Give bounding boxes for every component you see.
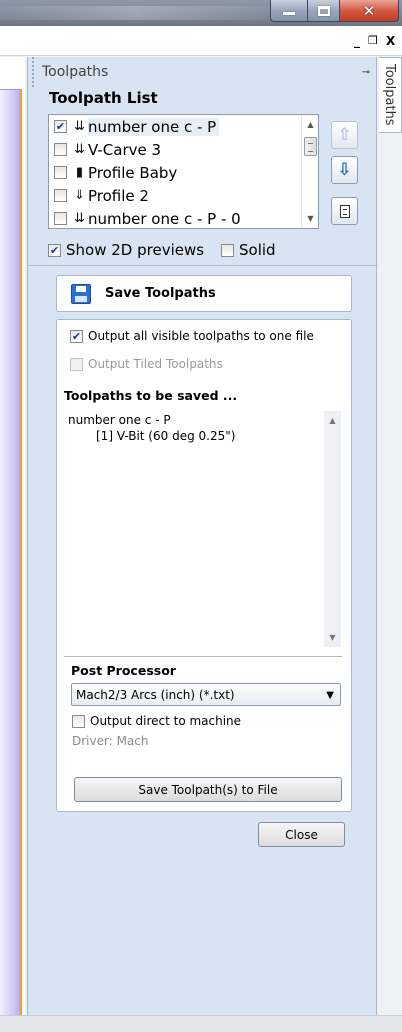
toolpath-name: Profile 2 [88,186,149,205]
scroll-down-arrow-icon[interactable]: ▼ [324,629,341,646]
vbit-toolpath-icon: ⇊ [74,142,85,157]
scroll-up-arrow-icon[interactable]: ▲ [302,116,318,133]
save-toolpaths-title: Save Toolpaths [105,286,216,301]
saved-toolpath-name: number one c - P [68,413,171,427]
list-item[interactable]: ⇓ Profile 2 [49,184,318,207]
output-direct-label: Output direct to machine [90,714,242,728]
arrow-up-icon: ⇧ [337,125,352,145]
toolpath-visibility-checkbox[interactable]: ✔ [54,120,67,133]
profile-toolpath-icon: ▮ [75,165,84,180]
window-minimize-button[interactable] [270,0,308,22]
toolpath-name: number one c - P [88,117,220,136]
toolpath-name: Profile Baby [88,163,178,182]
scroll-thumb[interactable] [304,137,317,156]
output-tiled-option: Output Tiled Toolpaths [70,357,223,371]
toolpath-summary-button[interactable] [331,197,358,225]
move-down-button[interactable]: ⇩ [331,156,358,184]
solid-option[interactable]: Solid [221,241,276,259]
arrow-down-icon: ⇩ [337,160,352,180]
status-bar [0,1015,402,1032]
output-all-visible-option[interactable]: ✔ Output all visible toolpaths to one fi… [70,329,314,343]
save-toolpaths-header: Save Toolpaths [56,275,352,312]
show-2d-previews-option[interactable]: ✔ Show 2D previews [48,241,204,259]
toolpath-name: V-Carve 3 [88,140,162,159]
output-direct-option[interactable]: Output direct to machine [72,714,241,728]
list-item[interactable]: ⇊ V-Carve 3 [49,138,318,161]
restore-icon [317,5,330,16]
pin-icon[interactable]: ⊸ [362,67,370,78]
output-direct-checkbox[interactable] [72,714,85,728]
saved-tool-description: [1] V-Bit (60 deg 0.25") [96,429,236,443]
saved-list-scrollbar[interactable]: ▲ ▼ [324,411,341,647]
close-icon: ✕ [362,1,376,20]
show-2d-previews-checkbox[interactable]: ✔ [48,243,61,257]
toolpath-list-title: Toolpath List [49,89,158,107]
chevron-down-icon: ▼ [326,690,334,701]
document-icon [339,204,350,218]
save-toolpaths-to-file-button[interactable]: Save Toolpath(s) to File [74,777,342,802]
show-2d-previews-label: Show 2D previews [66,241,205,259]
panel-separator [28,265,378,266]
window-title-bar: ✕ [0,0,402,26]
side-tab-toolpaths[interactable]: Toolpaths [379,57,402,133]
minimize-icon [283,12,295,15]
mdi-close-button[interactable]: X [386,34,395,48]
window-maximize-button[interactable] [307,0,340,22]
panel-title: Toolpaths [42,64,109,80]
workspace-view-frame[interactable] [0,89,22,1015]
mdi-control-bar: _ ❒ X [0,26,402,56]
solid-checkbox[interactable] [221,243,234,257]
toolpaths-panel: Toolpaths ⊸ Toolpath List ✔ ⇊ number one… [27,57,378,1015]
toolpath-visibility-checkbox[interactable] [54,166,67,179]
output-tiled-checkbox [70,357,83,371]
list-item[interactable]: ✔ ⇊ number one c - P [49,115,318,138]
post-processor-title: Post Processor [71,663,176,678]
toolpaths-to-be-saved-title: Toolpaths to be saved ... [64,388,238,403]
list-item[interactable]: ⇊ number one c - P - 0 [49,207,318,228]
mdi-restore-button[interactable]: ❒ [368,34,378,47]
driver-label: Driver: Mach [72,734,149,748]
solid-label: Solid [239,241,276,259]
vbit-toolpath-icon: ⇊ [74,119,85,134]
move-up-button[interactable]: ⇧ [331,121,358,149]
list-item[interactable]: ▮ Profile Baby [49,161,318,184]
output-all-visible-label: Output all visible toolpaths to one file [88,329,314,343]
close-button[interactable]: Close [258,822,345,847]
toolpath-list[interactable]: ✔ ⇊ number one c - P ⇊ V-Carve 3 ▮ Profi… [48,114,319,229]
post-processor-value: Mach2/3 Arcs (inch) (*.txt) [76,687,235,702]
window-close-button[interactable]: ✕ [339,0,399,22]
list-scrollbar[interactable]: ▲ ▼ [301,115,318,228]
output-all-visible-checkbox[interactable]: ✔ [70,329,83,343]
title-bar-reflection [0,6,270,20]
toolpath-visibility-checkbox[interactable] [54,212,67,225]
side-tab-label: Toolpaths [382,64,397,126]
toolpath-visibility-checkbox[interactable] [54,189,67,202]
output-tiled-label: Output Tiled Toolpaths [88,357,223,371]
floppy-disk-icon [71,283,91,304]
drawing-workspace[interactable] [0,57,25,1015]
section-divider [64,656,342,657]
post-processor-select[interactable]: Mach2/3 Arcs (inch) (*.txt) ▼ [71,683,341,706]
vbit-toolpath-icon: ⇊ [74,211,85,226]
scroll-up-arrow-icon[interactable]: ▲ [324,412,341,429]
toolpath-visibility-checkbox[interactable] [54,143,67,156]
scroll-down-arrow-icon[interactable]: ▼ [302,210,318,227]
toolpaths-to-be-saved-list[interactable]: number one c - P [1] V-Bit (60 deg 0.25"… [64,410,342,648]
toolpath-name: number one c - P - 0 [88,209,241,228]
mdi-minimize-button[interactable]: _ [354,34,360,48]
profile-toolpath-icon: ⇓ [74,188,85,203]
save-options-group: ✔ Output all visible toolpaths to one fi… [56,319,352,812]
panel-header[interactable]: Toolpaths [32,57,376,87]
